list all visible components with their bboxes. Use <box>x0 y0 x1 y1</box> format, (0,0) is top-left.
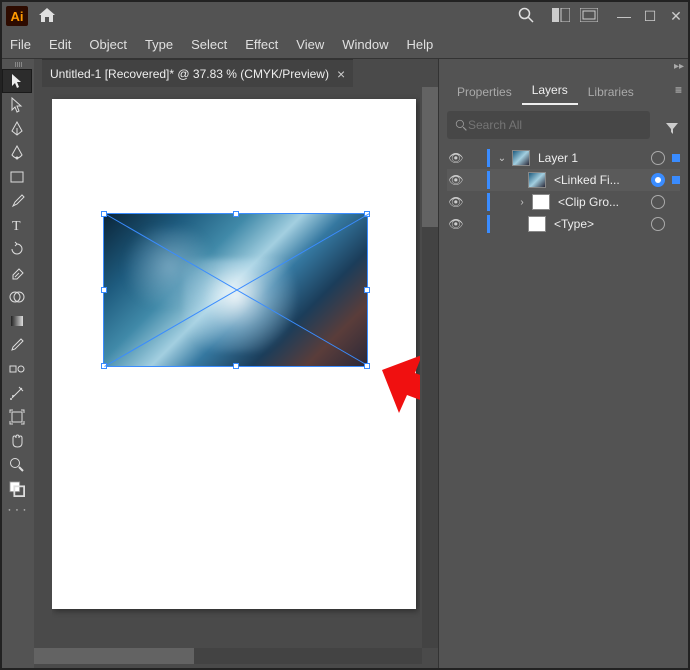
layer-name[interactable]: <Linked Fi... <box>550 173 647 187</box>
annotation-arrow-icon <box>377 355 420 415</box>
filter-icon[interactable] <box>664 120 680 139</box>
search-icon[interactable] <box>518 7 534 26</box>
canvas[interactable] <box>52 87 420 658</box>
selection-indicator <box>672 176 680 184</box>
edit-toolbar-icon[interactable]: ● ● ● <box>2 507 34 512</box>
screen-mode-icon[interactable] <box>580 8 598 25</box>
fill-stroke-swatch[interactable] <box>2 477 32 501</box>
eyedropper-tool[interactable] <box>2 333 32 357</box>
type-tool[interactable]: T <box>2 213 32 237</box>
paintbrush-tool[interactable] <box>2 189 32 213</box>
layer-search-input[interactable] <box>468 118 642 132</box>
disclosure-icon[interactable]: › <box>516 197 528 208</box>
visibility-toggle-icon[interactable]: 👁 <box>447 217 465 231</box>
artboard-tool[interactable] <box>2 405 32 429</box>
window-arrange-icons <box>552 8 598 25</box>
maximize-button[interactable]: ☐ <box>642 8 658 25</box>
selection-tool[interactable] <box>2 69 32 93</box>
menu-object[interactable]: Object <box>89 37 127 52</box>
layer-name[interactable]: <Clip Gro... <box>554 195 647 209</box>
layer-name[interactable]: Layer 1 <box>534 151 647 165</box>
panel-menu-icon[interactable]: ≡ <box>675 83 682 97</box>
minimize-button[interactable]: — <box>616 8 632 25</box>
shape-builder-tool[interactable] <box>2 285 32 309</box>
search-icon <box>455 119 468 132</box>
document-tab[interactable]: Untitled-1 [Recovered]* @ 37.83 % (CMYK/… <box>42 59 353 87</box>
pen-tool[interactable] <box>2 117 32 141</box>
menu-select[interactable]: Select <box>191 37 227 52</box>
title-bar: Ai — ☐ ✕ <box>2 2 688 30</box>
gradient-tool[interactable] <box>2 309 32 333</box>
vertical-scrollbar[interactable] <box>422 87 438 648</box>
target-icon[interactable] <box>651 195 665 209</box>
menu-effect[interactable]: Effect <box>245 37 278 52</box>
linked-image[interactable] <box>103 213 368 367</box>
layer-name[interactable]: <Type> <box>550 217 647 231</box>
visibility-toggle-icon[interactable]: 👁 <box>447 151 465 165</box>
zoom-tool[interactable] <box>2 453 32 477</box>
visibility-toggle-icon[interactable]: 👁 <box>447 195 465 209</box>
document-area: Untitled-1 [Recovered]* @ 37.83 % (CMYK/… <box>34 58 438 668</box>
curvature-tool[interactable] <box>2 141 32 165</box>
tab-layers[interactable]: Layers <box>522 77 578 105</box>
target-icon[interactable] <box>651 217 665 231</box>
layer-thumbnail <box>512 150 530 166</box>
menu-file[interactable]: File <box>10 37 31 52</box>
menu-window[interactable]: Window <box>342 37 388 52</box>
layer-row[interactable]: 👁 › <Clip Gro... <box>447 191 680 213</box>
tab-properties[interactable]: Properties <box>447 79 522 105</box>
document-tab-strip: Untitled-1 [Recovered]* @ 37.83 % (CMYK/… <box>34 59 438 87</box>
target-icon[interactable] <box>651 173 665 187</box>
visibility-toggle-icon[interactable]: 👁 <box>447 173 465 187</box>
eraser-tool[interactable] <box>2 261 32 285</box>
menu-type[interactable]: Type <box>145 37 173 52</box>
rectangle-tool[interactable] <box>2 165 32 189</box>
horizontal-scrollbar[interactable] <box>34 648 422 664</box>
symbol-sprayer-tool[interactable] <box>2 381 32 405</box>
toolbar: T ● ● ● <box>2 58 34 668</box>
document-tab-title: Untitled-1 [Recovered]* @ 37.83 % (CMYK/… <box>50 67 329 81</box>
layer-row[interactable]: 👁 <Type> <box>447 213 680 235</box>
menu-help[interactable]: Help <box>406 37 433 52</box>
tab-libraries[interactable]: Libraries <box>578 79 644 105</box>
svg-text:T: T <box>12 219 21 233</box>
target-icon[interactable] <box>651 151 665 165</box>
layer-row[interactable]: 👁 <Linked Fi... <box>447 169 680 191</box>
menu-view[interactable]: View <box>296 37 324 52</box>
artboard <box>52 99 416 609</box>
hand-tool[interactable] <box>2 429 32 453</box>
direct-selection-tool[interactable] <box>2 93 32 117</box>
layer-thumbnail <box>532 194 550 210</box>
selection-indicator <box>672 154 680 162</box>
menu-edit[interactable]: Edit <box>49 37 71 52</box>
right-panel: ▸▸ Properties Layers Libraries ≡ 👁 ⌄ <box>438 58 688 668</box>
rotate-tool[interactable] <box>2 237 32 261</box>
layer-search-field[interactable] <box>447 111 650 139</box>
home-icon[interactable] <box>38 7 56 26</box>
layer-row[interactable]: 👁 ⌄ Layer 1 <box>447 147 680 169</box>
blend-tool[interactable] <box>2 357 32 381</box>
disclosure-icon[interactable]: ⌄ <box>496 153 508 164</box>
collapse-panel-icon[interactable]: ▸▸ <box>674 61 684 72</box>
arrange-docs-icon[interactable] <box>552 8 570 25</box>
layer-thumbnail <box>528 172 546 188</box>
menu-bar: File Edit Object Type Select Effect View… <box>2 30 688 58</box>
close-tab-icon[interactable]: × <box>337 66 345 82</box>
close-button[interactable]: ✕ <box>668 8 684 25</box>
panel-tab-strip: Properties Layers Libraries <box>439 75 688 105</box>
app-logo: Ai <box>6 6 28 26</box>
layer-thumbnail <box>528 216 546 232</box>
window-control-buttons: — ☐ ✕ <box>616 8 684 25</box>
panel-grip-icon[interactable] <box>2 59 34 69</box>
